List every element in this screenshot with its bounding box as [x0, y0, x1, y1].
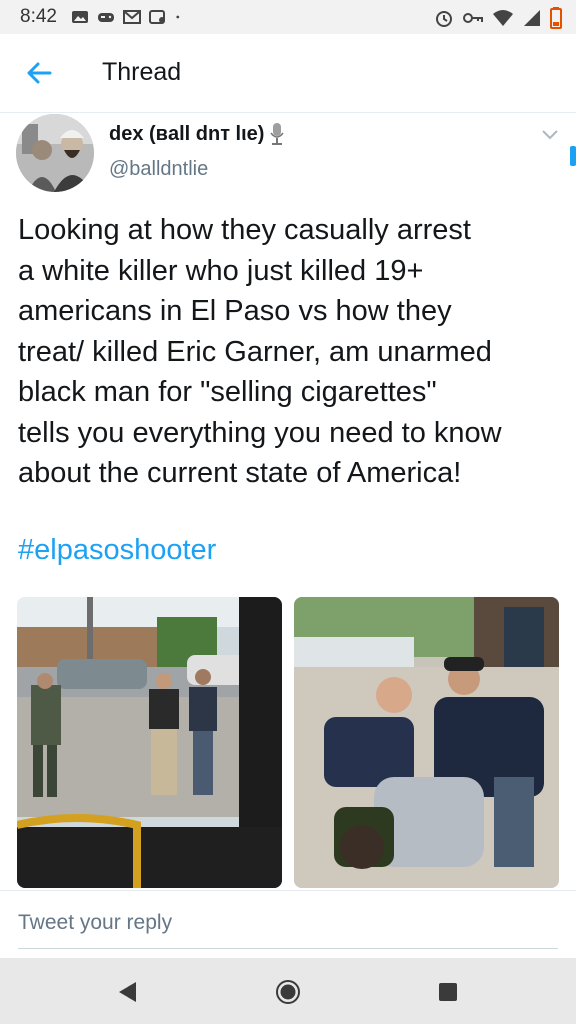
mail-icon — [122, 10, 141, 24]
recents-square-icon[interactable] — [434, 978, 462, 1006]
reply-bar: Tweet your reply — [0, 890, 576, 959]
tweet-photo-2[interactable] — [294, 597, 559, 888]
back-arrow-icon[interactable] — [22, 56, 56, 90]
author-name[interactable]: dex (ʙall dnт lιe) — [109, 122, 285, 146]
nfc-icon — [148, 10, 165, 24]
gamepad-icon — [97, 13, 114, 22]
reply-input[interactable]: Tweet your reply — [18, 911, 172, 935]
status-time: 8:42 — [20, 6, 57, 27]
microphone-icon — [270, 123, 285, 145]
status-bar: 8:42 — [0, 0, 576, 34]
alarm-icon — [436, 11, 452, 27]
author-name-text: dex (ʙall dnт lιe) — [109, 122, 265, 145]
avatar[interactable] — [16, 114, 94, 192]
image-icon — [71, 11, 88, 23]
dot-icon — [176, 15, 180, 19]
tweet-photo-1[interactable] — [17, 597, 282, 888]
tweet-text: Looking at how they casually arrest a wh… — [18, 214, 502, 489]
battery-low-icon — [550, 7, 562, 29]
app-bar: Thread — [0, 34, 576, 113]
wifi-icon — [493, 10, 513, 26]
back-triangle-icon[interactable] — [114, 978, 142, 1006]
hashtag-link[interactable]: #elpasoshooter — [18, 534, 216, 567]
scroll-indicator — [570, 146, 576, 166]
key-icon — [463, 13, 483, 23]
system-nav-bar — [0, 958, 576, 1024]
system-icons — [434, 7, 562, 29]
signal-icon — [524, 10, 540, 26]
notification-icons — [71, 10, 185, 24]
home-circle-icon[interactable] — [274, 978, 302, 1006]
chevron-down-icon[interactable] — [540, 128, 560, 142]
page-title: Thread — [102, 58, 182, 86]
author-handle[interactable]: @balldntlie — [109, 158, 208, 181]
reply-underline — [18, 948, 558, 949]
